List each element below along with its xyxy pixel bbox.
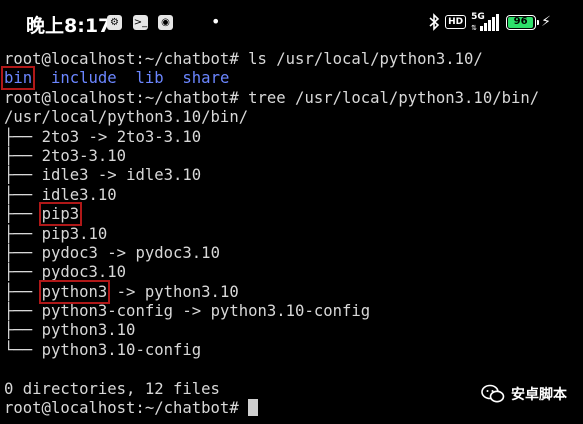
status-bar: 晚上8:17 ⚙ >_ ◉ • HD 5G ⇅ 96 ⚡ — [0, 0, 583, 44]
charging-bolt-icon: ⚡ — [541, 14, 551, 30]
prompt: root@localhost:~/chatbot# — [4, 50, 239, 68]
tree-branch: ├── — [4, 146, 42, 165]
tree-branch: ├── — [4, 321, 42, 340]
dir-bin: bin — [0, 66, 36, 91]
symlink-target: 2to3-3.10 — [116, 127, 202, 146]
battery-icon: 96 — [506, 14, 540, 30]
tree-entry: ├── python3 -> python3.10 — [4, 279, 579, 304]
tree-branch: ├── — [4, 224, 42, 243]
tree-entry: ├── pip3.10 — [4, 225, 579, 244]
tree-branch: ├── — [4, 263, 42, 282]
dir-lib: lib — [135, 69, 164, 88]
command-line-tree: root@localhost:~/chatbot# tree /usr/loca… — [4, 89, 579, 108]
tree-entry: ├── 2to3-3.10 — [4, 147, 579, 166]
watermark: 安卓脚本 — [481, 384, 567, 404]
file-name: python3.10 — [41, 321, 136, 340]
tree-entry: ├── idle3.10 — [4, 186, 579, 205]
symlink-arrow: -> — [88, 166, 127, 185]
tree-entry: ├── python3.10 — [4, 321, 579, 340]
tree-branch: ├── — [4, 205, 42, 224]
wechat-icon — [481, 384, 505, 403]
tree-branch: ├── — [4, 185, 42, 204]
file-name: 2to3-3.10 — [41, 146, 127, 165]
tree-entry: ├── 2to3 -> 2to3-3.10 — [4, 128, 579, 147]
terminal-output[interactable]: root@localhost:~/chatbot# ls /usr/local/… — [0, 50, 579, 418]
settings-app-icon: ⚙ — [107, 15, 122, 30]
terminal-app-icon: >_ — [133, 15, 148, 30]
symlink-target: pydoc3.10 — [135, 243, 220, 262]
notification-dot-icon: • — [211, 12, 221, 31]
tree-list: ├── 2to3 -> 2to3-3.10 ├── 2to3-3.10 ├── id… — [4, 128, 579, 361]
prompt: root@localhost:~/chatbot# — [4, 88, 239, 107]
tree-branch: ├── — [4, 282, 42, 301]
file-name: python3.10-config — [41, 340, 202, 359]
file-name: pip3.10 — [41, 224, 108, 243]
tree-branch: ├── — [4, 127, 42, 146]
symlink-target: python3.10 — [144, 282, 239, 301]
file-name: idle3.10 — [41, 185, 117, 204]
dir-share: share — [182, 69, 230, 88]
dir-include: include — [50, 69, 117, 88]
tree-entry: ├── pydoc3.10 — [4, 263, 579, 282]
status-right-group: HD 5G ⇅ 96 ⚡ — [428, 12, 551, 32]
file-name: pydoc3 — [41, 243, 98, 262]
camera-app-icon: ◉ — [158, 15, 173, 30]
symlink-arrow: -> — [107, 282, 145, 301]
status-time: 晚上8:17 — [26, 15, 112, 37]
battery-level: 96 — [508, 16, 534, 28]
tree-branch: ├── — [4, 302, 42, 321]
data-arrows-icon: ⇅ — [471, 24, 478, 32]
symlink-target: python3.10-config — [210, 302, 371, 321]
command: tree /usr/local/python3.10/bin/ — [248, 88, 540, 107]
tree-entry: ├── idle3 -> idle3.10 — [4, 166, 579, 185]
file-name: idle3 — [41, 166, 89, 185]
signal-icon: 5G ⇅ — [471, 12, 501, 32]
text-cursor — [248, 399, 259, 417]
watermark-text: 安卓脚本 — [511, 387, 567, 403]
tree-entry: ├── pydoc3 -> pydoc3.10 — [4, 244, 579, 263]
tree-branch: ├── — [4, 243, 42, 262]
tree-branch: ├── — [4, 166, 42, 185]
file-name: python3 — [38, 279, 111, 304]
tree-entry: ├── pip3 — [4, 202, 579, 227]
symlink-arrow: -> — [79, 127, 117, 146]
tree-branch: └── — [4, 340, 42, 359]
hd-icon: HD — [445, 15, 467, 29]
bluetooth-icon — [429, 13, 440, 31]
file-name: pip3 — [38, 202, 83, 227]
symlink-target: idle3.10 — [126, 166, 202, 185]
symlink-arrow: -> — [97, 243, 136, 262]
file-name: 2to3 — [41, 127, 80, 146]
tree-entry: ├── python3-config -> python3.10-config — [4, 302, 579, 321]
symlink-arrow: -> — [173, 302, 211, 321]
prompt: root@localhost:~/chatbot# — [4, 399, 239, 418]
ls-output-line: bin include lib share — [0, 66, 579, 91]
tree-root: /usr/local/python3.10/bin/ — [4, 108, 249, 127]
tree-entry: └── python3.10-config — [4, 341, 579, 360]
file-name: python3-config — [41, 302, 173, 321]
command: ls /usr/local/python3.10/ — [248, 50, 483, 68]
command-line-ls: root@localhost:~/chatbot# ls /usr/local/… — [4, 50, 579, 69]
file-name: pydoc3.10 — [41, 263, 127, 282]
signal-bars — [480, 14, 500, 31]
